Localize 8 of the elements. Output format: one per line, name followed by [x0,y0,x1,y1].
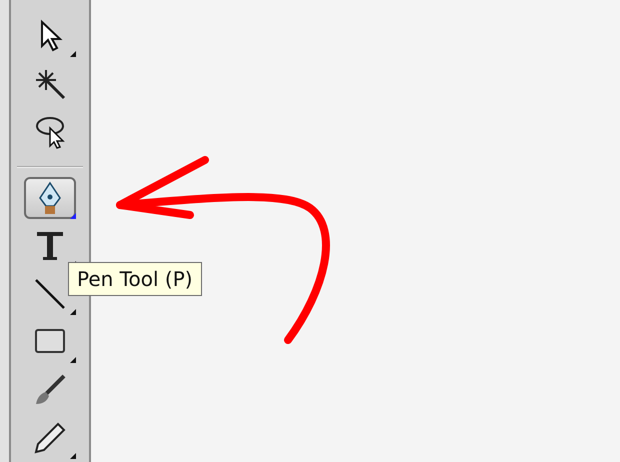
flyout-triangle-icon [70,309,76,315]
pencil-icon [32,420,68,456]
flyout-triangle-icon [70,357,76,363]
flyout-triangle-icon [70,213,76,219]
flyout-triangle-icon [70,51,76,57]
pen-tool-button[interactable] [24,177,76,219]
flyout-triangle-icon [70,453,76,459]
tooltip: Pen Tool (P) [68,262,202,296]
